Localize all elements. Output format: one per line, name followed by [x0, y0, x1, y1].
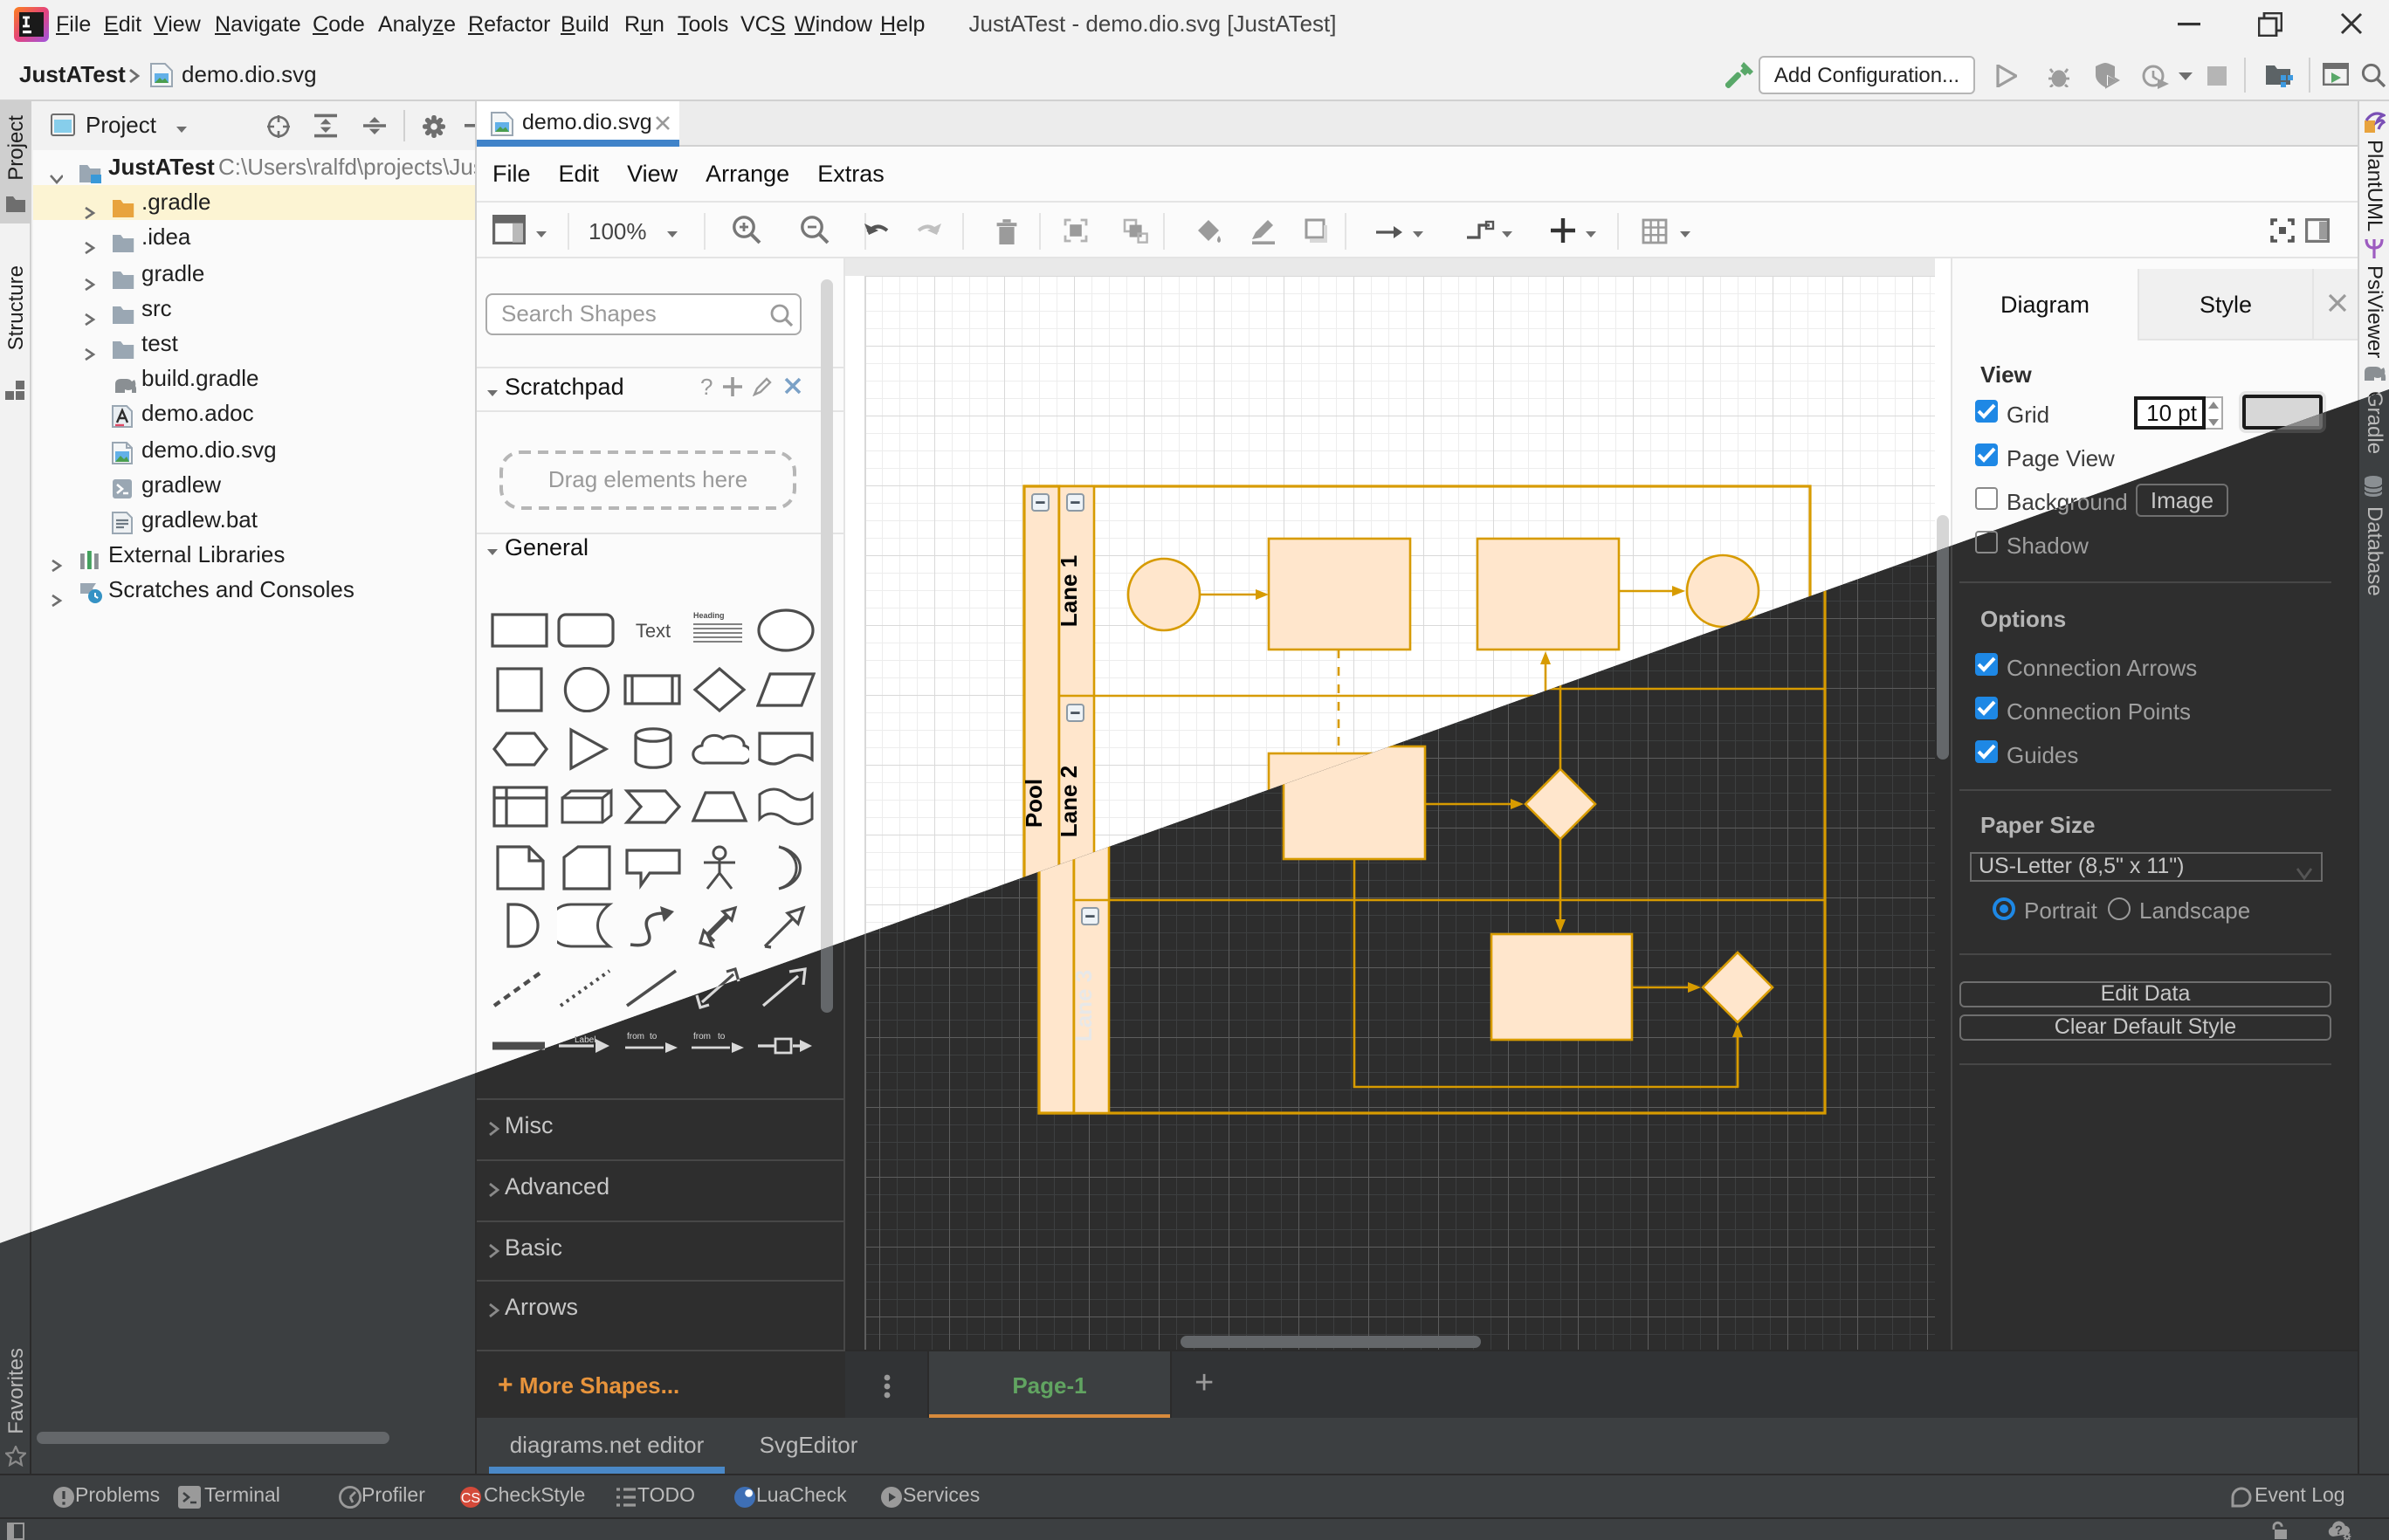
svg-text:Lane 3: Lane 3	[1071, 970, 1097, 1042]
svg-text:Lane 2: Lane 2	[1056, 766, 1082, 837]
svg-text:Pool: Pool	[1021, 779, 1047, 828]
svg-text:?: ?	[2335, 1523, 2343, 1538]
svg-text:Lane 1: Lane 1	[1056, 555, 1082, 627]
svg-text:CS: CS	[461, 1491, 480, 1506]
